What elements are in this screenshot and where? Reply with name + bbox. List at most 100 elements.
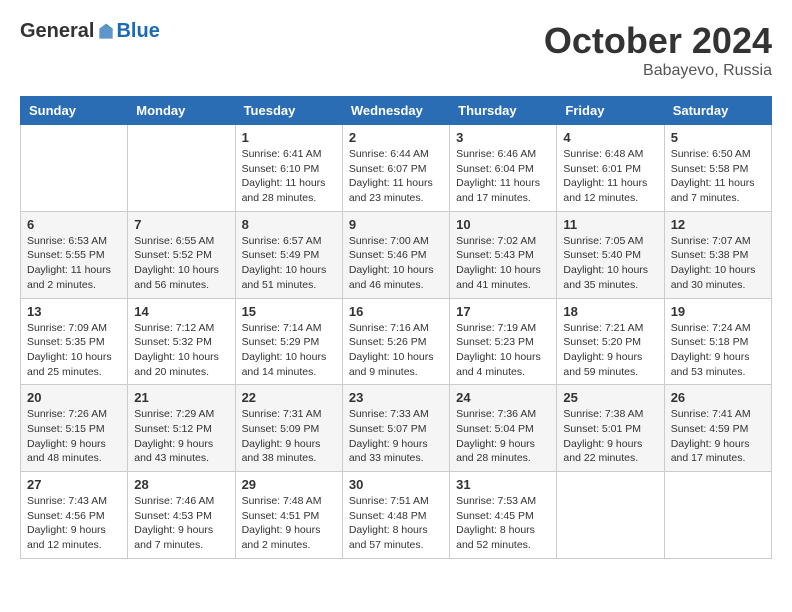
- day-number: 14: [134, 304, 228, 319]
- day-number: 25: [563, 390, 657, 405]
- calendar-cell: 11Sunrise: 7:05 AM Sunset: 5:40 PM Dayli…: [557, 211, 664, 298]
- day-info: Sunrise: 6:50 AM Sunset: 5:58 PM Dayligh…: [671, 147, 765, 206]
- calendar-cell: 25Sunrise: 7:38 AM Sunset: 5:01 PM Dayli…: [557, 385, 664, 472]
- day-info: Sunrise: 7:26 AM Sunset: 5:15 PM Dayligh…: [27, 407, 121, 466]
- day-info: Sunrise: 7:21 AM Sunset: 5:20 PM Dayligh…: [563, 321, 657, 380]
- day-info: Sunrise: 7:07 AM Sunset: 5:38 PM Dayligh…: [671, 234, 765, 293]
- calendar-cell: 6 Sunrise: 6:53 AM Sunset: 5:55 PM Daylig…: [21, 211, 128, 298]
- page-header: General Blue October 2024 Babayevo, Russ…: [20, 20, 772, 80]
- calendar-cell: 26 Sunrise: 7:41 AM Sunset: 4:59 PM Dayli…: [664, 385, 771, 472]
- day-number: 12: [671, 217, 765, 232]
- calendar-cell: 18 Sunrise: 7:21 AM Sunset: 5:20 PM Dayli…: [557, 298, 664, 385]
- day-number: 19: [671, 304, 765, 319]
- calendar-cell: 10Sunrise: 7:02 AM Sunset: 5:43 PM Dayli…: [450, 211, 557, 298]
- calendar-cell: [557, 472, 664, 559]
- day-number: 16: [349, 304, 443, 319]
- calendar-cell: 30 Sunrise: 7:51 AM Sunset: 4:48 PM Dayli…: [342, 472, 449, 559]
- calendar-cell: 22 Sunrise: 7:31 AM Sunset: 5:09 PM Dayli…: [235, 385, 342, 472]
- calendar-cell: 7 Sunrise: 6:55 AM Sunset: 5:52 PM Daylig…: [128, 211, 235, 298]
- calendar-week-row: 1 Sunrise: 6:41 AM Sunset: 6:10 PM Daylig…: [21, 125, 772, 212]
- day-info: Sunrise: 7:36 AM Sunset: 5:04 PM Dayligh…: [456, 407, 550, 466]
- day-info: Sunrise: 7:41 AM Sunset: 4:59 PM Dayligh…: [671, 407, 765, 466]
- day-number: 1: [242, 130, 336, 145]
- calendar-cell: 9 Sunrise: 7:00 AM Sunset: 5:46 PM Daylig…: [342, 211, 449, 298]
- title-block: October 2024 Babayevo, Russia: [544, 20, 772, 80]
- calendar-cell: 4 Sunrise: 6:48 AM Sunset: 6:01 PM Daylig…: [557, 125, 664, 212]
- day-number: 26: [671, 390, 765, 405]
- calendar-cell: 1 Sunrise: 6:41 AM Sunset: 6:10 PM Daylig…: [235, 125, 342, 212]
- day-info: Sunrise: 6:55 AM Sunset: 5:52 PM Dayligh…: [134, 234, 228, 293]
- logo: General Blue: [20, 20, 160, 43]
- calendar-cell: 12 Sunrise: 7:07 AM Sunset: 5:38 PM Dayli…: [664, 211, 771, 298]
- day-info: Sunrise: 7:31 AM Sunset: 5:09 PM Dayligh…: [242, 407, 336, 466]
- calendar-table: SundayMondayTuesdayWednesdayThursdayFrid…: [20, 96, 772, 559]
- day-number: 17: [456, 304, 550, 319]
- day-info: Sunrise: 7:48 AM Sunset: 4:51 PM Dayligh…: [242, 494, 336, 553]
- day-number: 15: [242, 304, 336, 319]
- calendar-cell: 3 Sunrise: 6:46 AM Sunset: 6:04 PM Daylig…: [450, 125, 557, 212]
- day-info: Sunrise: 7:14 AM Sunset: 5:29 PM Dayligh…: [242, 321, 336, 380]
- day-info: Sunrise: 7:51 AM Sunset: 4:48 PM Dayligh…: [349, 494, 443, 553]
- weekday-header: Tuesday: [235, 97, 342, 125]
- day-info: Sunrise: 6:53 AM Sunset: 5:55 PM Dayligh…: [27, 234, 121, 293]
- day-number: 2: [349, 130, 443, 145]
- calendar-week-row: 13 Sunrise: 7:09 AM Sunset: 5:35 PM Dayli…: [21, 298, 772, 385]
- logo-blue: Blue: [116, 20, 159, 43]
- calendar-cell: 20 Sunrise: 7:26 AM Sunset: 5:15 PM Dayli…: [21, 385, 128, 472]
- day-info: Sunrise: 6:57 AM Sunset: 5:49 PM Dayligh…: [242, 234, 336, 293]
- calendar-cell: 24 Sunrise: 7:36 AM Sunset: 5:04 PM Dayli…: [450, 385, 557, 472]
- weekday-header: Friday: [557, 97, 664, 125]
- day-info: Sunrise: 7:09 AM Sunset: 5:35 PM Dayligh…: [27, 321, 121, 380]
- day-number: 4: [563, 130, 657, 145]
- day-number: 30: [349, 477, 443, 492]
- calendar-cell: 2 Sunrise: 6:44 AM Sunset: 6:07 PM Daylig…: [342, 125, 449, 212]
- day-info: Sunrise: 6:46 AM Sunset: 6:04 PM Dayligh…: [456, 147, 550, 206]
- calendar-cell: 14Sunrise: 7:12 AM Sunset: 5:32 PM Dayli…: [128, 298, 235, 385]
- calendar-cell: 23Sunrise: 7:33 AM Sunset: 5:07 PM Dayli…: [342, 385, 449, 472]
- weekday-header: Monday: [128, 97, 235, 125]
- day-info: Sunrise: 7:29 AM Sunset: 5:12 PM Dayligh…: [134, 407, 228, 466]
- day-number: 6: [27, 217, 121, 232]
- day-number: 24: [456, 390, 550, 405]
- day-number: 11: [563, 217, 657, 232]
- day-number: 28: [134, 477, 228, 492]
- calendar-week-row: 27 Sunrise: 7:43 AM Sunset: 4:56 PM Dayli…: [21, 472, 772, 559]
- day-number: 22: [242, 390, 336, 405]
- day-info: Sunrise: 6:44 AM Sunset: 6:07 PM Dayligh…: [349, 147, 443, 206]
- weekday-header-row: SundayMondayTuesdayWednesdayThursdayFrid…: [21, 97, 772, 125]
- day-number: 29: [242, 477, 336, 492]
- calendar-cell: [21, 125, 128, 212]
- day-info: Sunrise: 6:48 AM Sunset: 6:01 PM Dayligh…: [563, 147, 657, 206]
- weekday-header: Wednesday: [342, 97, 449, 125]
- calendar-cell: 19 Sunrise: 7:24 AM Sunset: 5:18 PM Dayli…: [664, 298, 771, 385]
- day-number: 13: [27, 304, 121, 319]
- day-info: Sunrise: 7:24 AM Sunset: 5:18 PM Dayligh…: [671, 321, 765, 380]
- day-number: 8: [242, 217, 336, 232]
- weekday-header: Thursday: [450, 97, 557, 125]
- day-number: 3: [456, 130, 550, 145]
- calendar-cell: [664, 472, 771, 559]
- logo-general: General: [20, 20, 94, 43]
- day-number: 18: [563, 304, 657, 319]
- calendar-week-row: 6 Sunrise: 6:53 AM Sunset: 5:55 PM Daylig…: [21, 211, 772, 298]
- day-number: 31: [456, 477, 550, 492]
- day-info: Sunrise: 7:00 AM Sunset: 5:46 PM Dayligh…: [349, 234, 443, 293]
- day-number: 9: [349, 217, 443, 232]
- calendar-cell: 15 Sunrise: 7:14 AM Sunset: 5:29 PM Dayli…: [235, 298, 342, 385]
- day-number: 27: [27, 477, 121, 492]
- day-number: 21: [134, 390, 228, 405]
- day-info: Sunrise: 6:41 AM Sunset: 6:10 PM Dayligh…: [242, 147, 336, 206]
- calendar-cell: 31 Sunrise: 7:53 AM Sunset: 4:45 PM Dayli…: [450, 472, 557, 559]
- day-number: 20: [27, 390, 121, 405]
- calendar-cell: 16Sunrise: 7:16 AM Sunset: 5:26 PM Dayli…: [342, 298, 449, 385]
- calendar-cell: 17Sunrise: 7:19 AM Sunset: 5:23 PM Dayli…: [450, 298, 557, 385]
- calendar-cell: 13 Sunrise: 7:09 AM Sunset: 5:35 PM Dayli…: [21, 298, 128, 385]
- day-number: 7: [134, 217, 228, 232]
- weekday-header: Saturday: [664, 97, 771, 125]
- calendar-cell: 27 Sunrise: 7:43 AM Sunset: 4:56 PM Dayli…: [21, 472, 128, 559]
- location: Babayevo, Russia: [544, 62, 772, 80]
- calendar-week-row: 20 Sunrise: 7:26 AM Sunset: 5:15 PM Dayli…: [21, 385, 772, 472]
- day-info: Sunrise: 7:43 AM Sunset: 4:56 PM Dayligh…: [27, 494, 121, 553]
- day-info: Sunrise: 7:53 AM Sunset: 4:45 PM Dayligh…: [456, 494, 550, 553]
- calendar-cell: 8 Sunrise: 6:57 AM Sunset: 5:49 PM Daylig…: [235, 211, 342, 298]
